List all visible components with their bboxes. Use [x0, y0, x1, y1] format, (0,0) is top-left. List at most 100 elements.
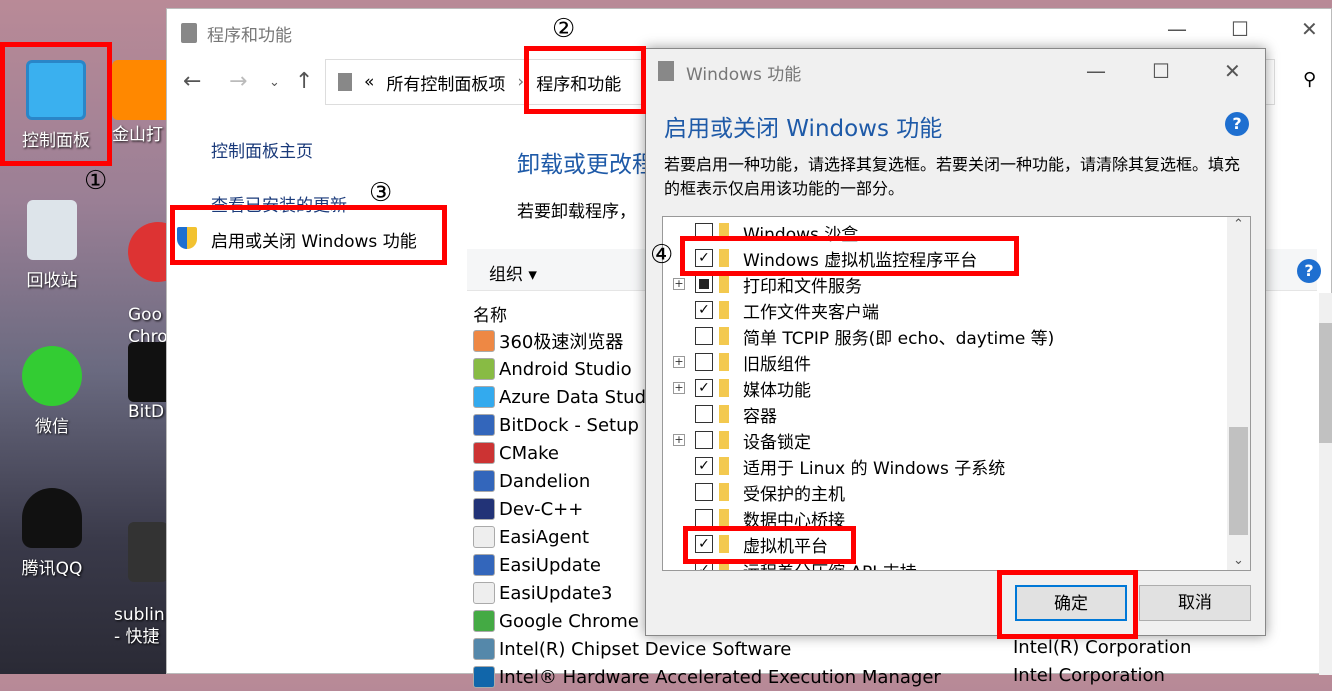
program-row[interactable]: Dandelion: [473, 467, 590, 495]
program-row[interactable]: BitDock - Setup v: [473, 411, 655, 439]
feature-checkbox[interactable]: [695, 483, 713, 501]
folder-icon: [719, 327, 729, 345]
windows-features-link[interactable]: 启用或关闭 Windows 功能: [211, 227, 417, 252]
program-row[interactable]: Intel(R) Chipset Device Software: [473, 635, 791, 663]
control-panel-home-link[interactable]: 控制面板主页: [211, 137, 313, 162]
folder-icon: [719, 301, 729, 319]
page-description: 若要卸载程序，: [517, 202, 636, 222]
minimize-button[interactable]: —: [1167, 17, 1187, 41]
expand-icon[interactable]: +: [673, 382, 685, 394]
program-name: Dandelion: [499, 470, 591, 492]
feature-label: 打印和文件服务: [743, 276, 862, 297]
dialog-minimize-button[interactable]: —: [1086, 59, 1106, 83]
desktop-icon-chrome[interactable]: Goo Chro: [128, 200, 166, 348]
feature-checkbox[interactable]: [695, 327, 713, 345]
dialog-help-icon[interactable]: ?: [1225, 112, 1249, 136]
back-button[interactable]: ←: [183, 69, 201, 94]
feature-row[interactable]: 受保护的主机: [663, 479, 1223, 505]
desktop-icon-wechat[interactable]: 微信: [2, 346, 102, 437]
program-icon: [473, 638, 495, 660]
expand-icon[interactable]: +: [673, 434, 685, 446]
feature-row[interactable]: 数据中心桥接: [663, 505, 1223, 531]
feature-checkbox[interactable]: [695, 405, 713, 423]
feature-row[interactable]: ✓ 工作文件夹客户端: [663, 297, 1223, 323]
wechat-icon: [22, 346, 82, 406]
feature-row[interactable]: ✓ Windows 虚拟机监控程序平台: [663, 245, 1223, 271]
feature-checkbox[interactable]: [695, 353, 713, 371]
program-row[interactable]: Google Chrome: [473, 607, 639, 635]
recent-dropdown[interactable]: ⌄: [269, 75, 280, 90]
expand-icon[interactable]: +: [673, 278, 685, 290]
breadcrumb-separator[interactable]: ›: [517, 72, 524, 92]
dialog-heading: 启用或关闭 Windows 功能: [664, 116, 943, 142]
maximize-button[interactable]: ☐: [1231, 17, 1249, 41]
breadcrumb-all-items[interactable]: 所有控制面板项: [386, 70, 505, 95]
dialog-maximize-button[interactable]: ☐: [1152, 59, 1170, 83]
feature-row[interactable]: + 旧版组件: [663, 349, 1223, 375]
tree-scrollbar[interactable]: ⌃ ⌄: [1227, 217, 1250, 570]
desktop-icon-qq[interactable]: 腾讯QQ: [2, 488, 102, 579]
ok-button[interactable]: 确定: [1015, 585, 1127, 621]
search-icon[interactable]: ⚲: [1303, 69, 1316, 90]
feature-label: 工作文件夹客户端: [743, 302, 879, 323]
feature-row[interactable]: ✓ 远程差分压缩 API 支持: [663, 557, 1223, 570]
feature-label: 简单 TCPIP 服务(即 echo、daytime 等): [743, 328, 1055, 349]
program-icon: [473, 554, 495, 576]
feature-row[interactable]: + 打印和文件服务: [663, 271, 1223, 297]
program-row[interactable]: EasiAgent: [473, 523, 589, 551]
window-icon: [181, 23, 197, 43]
program-name: Google Chrome: [499, 610, 639, 632]
feature-checkbox[interactable]: [695, 275, 713, 293]
sublime-icon: [128, 522, 166, 582]
program-icon: [473, 666, 495, 688]
program-row[interactable]: Dev-C++: [473, 495, 583, 523]
program-row[interactable]: 360极速浏览器: [473, 327, 623, 355]
list-scrollbar[interactable]: [1319, 293, 1332, 675]
desktop-icon-recycle-bin[interactable]: 回收站: [2, 200, 102, 291]
breadcrumb-current[interactable]: 程序和功能: [536, 70, 621, 95]
feature-checkbox[interactable]: ✓: [695, 561, 713, 570]
breadcrumb-overflow[interactable]: «: [364, 72, 374, 92]
feature-checkbox[interactable]: [695, 431, 713, 449]
installed-updates-link[interactable]: 查看已安装的更新: [211, 191, 347, 216]
features-tree: Windows 沙盒 ✓ Windows 虚拟机监控程序平台 + 打印和文件服务 ✓ 工作文…: [662, 216, 1251, 571]
app-icon: [112, 60, 166, 120]
help-icon[interactable]: ?: [1297, 259, 1321, 283]
feature-checkbox[interactable]: ✓: [695, 457, 713, 475]
feature-row[interactable]: Windows 沙盒: [663, 219, 1223, 245]
feature-checkbox[interactable]: ✓: [695, 249, 713, 267]
program-row[interactable]: Android Studio: [473, 355, 632, 383]
feature-checkbox[interactable]: [695, 509, 713, 527]
control-panel-icon: [26, 60, 86, 120]
feature-row[interactable]: ✓ 适用于 Linux 的 Windows 子系统: [663, 453, 1223, 479]
desktop-icon-jinshan[interactable]: 金山打: [112, 60, 166, 145]
cancel-button[interactable]: 取消: [1139, 585, 1251, 621]
feature-row[interactable]: + ✓ 媒体功能: [663, 375, 1223, 401]
program-row[interactable]: EasiUpdate3: [473, 579, 612, 607]
feature-row[interactable]: + 设备锁定: [663, 427, 1223, 453]
feature-row[interactable]: ✓ 虚拟机平台: [663, 531, 1223, 557]
feature-checkbox[interactable]: ✓: [695, 379, 713, 397]
feature-checkbox[interactable]: ✓: [695, 301, 713, 319]
desktop-icon-bitdock[interactable]: BitD: [128, 342, 166, 422]
feature-checkbox[interactable]: [695, 223, 713, 241]
feature-label: 设备锁定: [743, 432, 811, 453]
program-row[interactable]: CMake: [473, 439, 559, 467]
program-row[interactable]: Intel® Hardware Accelerated Execution Ma…: [473, 663, 941, 691]
program-name: EasiUpdate: [499, 554, 601, 576]
dialog-close-button[interactable]: ✕: [1224, 59, 1241, 83]
column-header-name[interactable]: 名称: [473, 301, 507, 326]
feature-row[interactable]: 简单 TCPIP 服务(即 echo、daytime 等): [663, 323, 1223, 349]
feature-row[interactable]: 容器: [663, 401, 1223, 427]
desktop-icon-sublime[interactable]: sublin - 快捷: [114, 500, 166, 648]
expand-icon[interactable]: +: [673, 356, 685, 368]
close-button[interactable]: ✕: [1301, 17, 1318, 41]
icon-label: 控制面板: [22, 131, 90, 151]
feature-checkbox[interactable]: ✓: [695, 535, 713, 553]
organize-menu[interactable]: 组织 ▾: [489, 260, 537, 285]
up-button[interactable]: ↑: [295, 69, 313, 94]
forward-button[interactable]: →: [229, 69, 247, 94]
desktop-icon-control-panel[interactable]: 控制面板: [6, 60, 106, 151]
program-row[interactable]: Azure Data Studi: [473, 383, 651, 411]
program-row[interactable]: EasiUpdate: [473, 551, 601, 579]
